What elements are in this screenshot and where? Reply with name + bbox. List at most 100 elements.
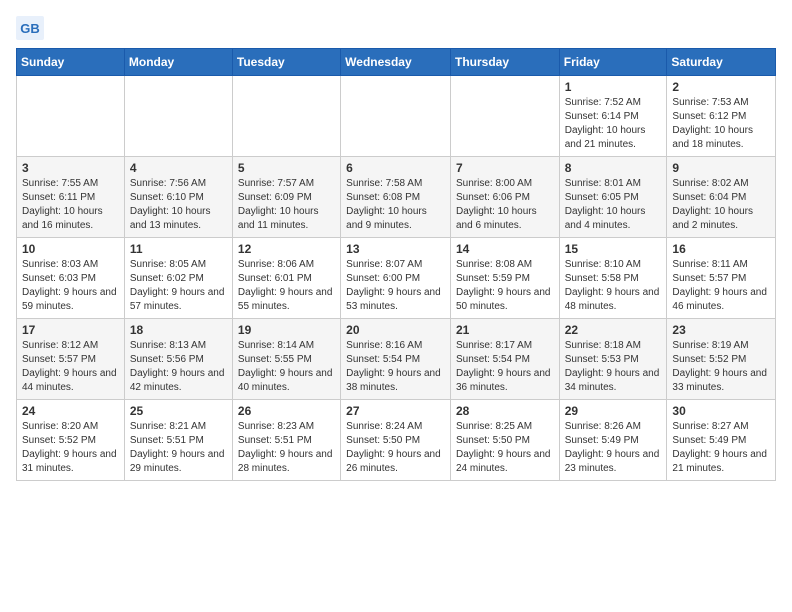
weekday-sunday: Sunday [17,49,125,76]
day-info: Sunrise: 8:19 AM [672,339,770,353]
day-number: 7 [456,161,554,175]
day-number: 20 [346,323,445,337]
day-info: Sunset: 6:08 PM [346,191,445,205]
day-number: 6 [346,161,445,175]
day-info: Sunrise: 8:00 AM [456,177,554,191]
svg-text:GB: GB [20,21,40,36]
day-info: Sunrise: 7:52 AM [565,96,662,110]
day-info: Sunset: 5:52 PM [22,434,119,448]
day-info: Daylight: 9 hours and 59 minutes. [22,286,119,314]
weekday-saturday: Saturday [667,49,776,76]
calendar-cell: 5Sunrise: 7:57 AMSunset: 6:09 PMDaylight… [232,157,340,238]
day-info: Sunrise: 8:07 AM [346,258,445,272]
day-number: 23 [672,323,770,337]
day-info: Sunset: 6:05 PM [565,191,662,205]
day-info: Sunset: 6:09 PM [238,191,335,205]
day-number: 21 [456,323,554,337]
day-info: Sunrise: 8:26 AM [565,420,662,434]
day-info: Sunset: 5:54 PM [456,353,554,367]
header: GB [16,16,776,40]
calendar-week-2: 3Sunrise: 7:55 AMSunset: 6:11 PMDaylight… [17,157,776,238]
calendar-cell: 25Sunrise: 8:21 AMSunset: 5:51 PMDayligh… [124,400,232,481]
logo: GB [16,16,48,40]
day-info: Sunrise: 8:10 AM [565,258,662,272]
day-number: 14 [456,242,554,256]
weekday-header-row: SundayMondayTuesdayWednesdayThursdayFrid… [17,49,776,76]
day-number: 9 [672,161,770,175]
calendar-cell: 26 Sunrise: 8:23 AMSunset: 5:51 PMDayligh… [232,400,340,481]
day-number: 4 [130,161,227,175]
day-info: Sunrise: 8:18 AM [565,339,662,353]
day-info: Daylight: 9 hours and 26 minutes. [346,448,445,476]
day-info: Sunrise: 8:05 AM [130,258,227,272]
day-number: 1 [565,80,662,94]
day-info: Sunset: 5:52 PM [672,353,770,367]
day-number: 8 [565,161,662,175]
calendar-cell [450,76,559,157]
day-info: Daylight: 9 hours and 28 minutes. [238,448,335,476]
day-info: Daylight: 10 hours and 16 minutes. [22,205,119,233]
day-number: 19 [238,323,335,337]
calendar-cell: 21Sunrise: 8:17 AMSunset: 5:54 PMDayligh… [450,319,559,400]
day-info: Sunset: 6:14 PM [565,110,662,124]
day-info: Sunrise: 7:57 AM [238,177,335,191]
day-number: 10 [22,242,119,256]
day-number: 18 [130,323,227,337]
day-info: Sunrise: 8:12 AM [22,339,119,353]
weekday-thursday: Thursday [450,49,559,76]
day-number: 3 [22,161,119,175]
calendar-cell: 18Sunrise: 8:13 AMSunset: 5:56 PMDayligh… [124,319,232,400]
day-number: 25 [130,404,227,418]
day-info: Sunset: 6:10 PM [130,191,227,205]
day-number: 24 [22,404,119,418]
day-info: Sunrise: 8:02 AM [672,177,770,191]
day-number: 11 [130,242,227,256]
day-info: Sunrise: 8:24 AM [346,420,445,434]
day-info: Sunset: 5:49 PM [672,434,770,448]
day-number: 27 [346,404,445,418]
day-info: Sunrise: 7:56 AM [130,177,227,191]
day-number: 30 [672,404,770,418]
day-info: Sunset: 5:50 PM [456,434,554,448]
calendar-cell: 11Sunrise: 8:05 AMSunset: 6:02 PMDayligh… [124,238,232,319]
calendar-week-1: 1Sunrise: 7:52 AMSunset: 6:14 PMDaylight… [17,76,776,157]
day-info: Daylight: 9 hours and 23 minutes. [565,448,662,476]
day-info: Daylight: 9 hours and 36 minutes. [456,367,554,395]
day-info: Daylight: 9 hours and 33 minutes. [672,367,770,395]
day-info: Daylight: 10 hours and 13 minutes. [130,205,227,233]
calendar-cell: 4 Sunrise: 7:56 AMSunset: 6:10 PMDaylight… [124,157,232,238]
weekday-tuesday: Tuesday [232,49,340,76]
calendar-week-5: 24Sunrise: 8:20 AMSunset: 5:52 PMDayligh… [17,400,776,481]
day-info: Daylight: 10 hours and 2 minutes. [672,205,770,233]
calendar-cell: 7Sunrise: 8:00 AMSunset: 6:06 PMDaylight… [450,157,559,238]
weekday-wednesday: Wednesday [341,49,451,76]
day-info: Sunset: 5:51 PM [130,434,227,448]
day-info: Daylight: 9 hours and 24 minutes. [456,448,554,476]
calendar-cell [232,76,340,157]
day-info: Daylight: 10 hours and 9 minutes. [346,205,445,233]
calendar-cell: 28Sunrise: 8:25 AMSunset: 5:50 PMDayligh… [450,400,559,481]
day-info: Sunrise: 7:58 AM [346,177,445,191]
day-info: Sunrise: 8:11 AM [672,258,770,272]
day-number: 26 [238,404,335,418]
day-info: Daylight: 9 hours and 31 minutes. [22,448,119,476]
day-info: Daylight: 9 hours and 42 minutes. [130,367,227,395]
day-number: 12 [238,242,335,256]
day-number: 16 [672,242,770,256]
calendar-cell: 10Sunrise: 8:03 AMSunset: 6:03 PMDayligh… [17,238,125,319]
calendar-cell: 15Sunrise: 8:10 AMSunset: 5:58 PMDayligh… [559,238,667,319]
day-info: Sunset: 5:59 PM [456,272,554,286]
day-info: Sunset: 6:01 PM [238,272,335,286]
weekday-friday: Friday [559,49,667,76]
calendar-table: SundayMondayTuesdayWednesdayThursdayFrid… [16,48,776,481]
day-info: Sunrise: 7:53 AM [672,96,770,110]
day-info: Sunrise: 8:27 AM [672,420,770,434]
calendar-cell: 16Sunrise: 8:11 AMSunset: 5:57 PMDayligh… [667,238,776,319]
day-info: Daylight: 9 hours and 46 minutes. [672,286,770,314]
day-info: Sunset: 6:04 PM [672,191,770,205]
day-info: Sunset: 5:51 PM [238,434,335,448]
day-info: Sunrise: 8:13 AM [130,339,227,353]
day-info: Sunrise: 8:23 AM [238,420,335,434]
calendar-week-4: 17Sunrise: 8:12 AMSunset: 5:57 PMDayligh… [17,319,776,400]
calendar-cell [341,76,451,157]
